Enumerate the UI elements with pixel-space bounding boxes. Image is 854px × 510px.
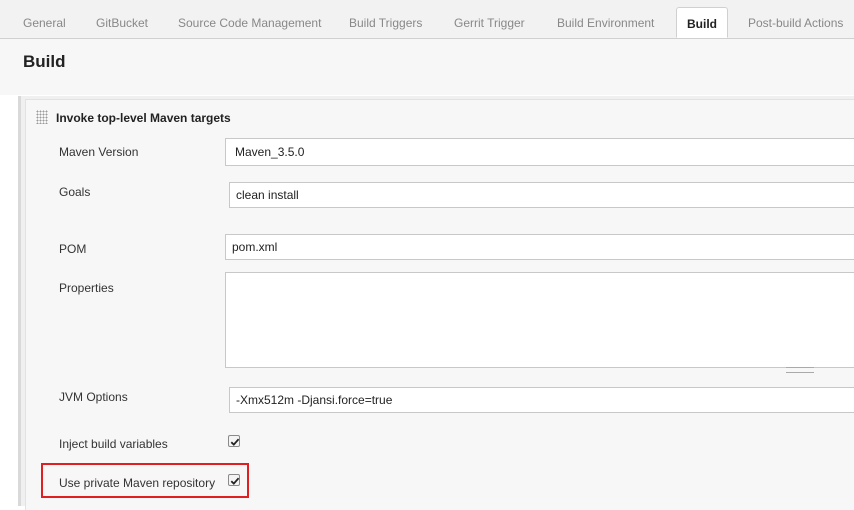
tab-gitbucket[interactable]: GitBucket xyxy=(96,16,148,30)
checkmark-icon xyxy=(230,438,240,446)
jvm-options-input[interactable]: -Xmx512m -Djansi.force=true xyxy=(229,387,854,413)
section-title: Build xyxy=(23,52,66,71)
goals-label: Goals xyxy=(59,185,91,199)
goals-input[interactable]: clean install xyxy=(229,182,854,208)
use-private-maven-repo-label: Use private Maven repository xyxy=(59,476,216,490)
tab-build[interactable]: Build xyxy=(676,7,728,38)
goals-value: clean install xyxy=(236,188,299,202)
textarea-resize-handle[interactable] xyxy=(786,367,814,373)
config-tab-bar: General GitBucket Source Code Management… xyxy=(0,0,854,39)
inject-build-variables-label: Inject build variables xyxy=(59,437,168,451)
jvm-options-label: JVM Options xyxy=(59,390,128,404)
inject-build-variables-checkbox[interactable] xyxy=(228,435,240,447)
properties-label: Properties xyxy=(59,281,114,295)
pom-label: POM xyxy=(59,242,87,256)
section-header xyxy=(0,39,854,95)
properties-textarea[interactable] xyxy=(225,272,854,368)
tab-source-code-management[interactable]: Source Code Management xyxy=(178,16,321,30)
build-step-title: Invoke top-level Maven targets xyxy=(56,111,231,125)
tab-general[interactable]: General xyxy=(23,16,66,30)
drag-handle-icon[interactable] xyxy=(36,110,48,124)
jvm-options-value: -Xmx512m -Djansi.force=true xyxy=(236,393,393,407)
tab-build-triggers[interactable]: Build Triggers xyxy=(349,16,422,30)
pom-value: pom.xml xyxy=(232,240,278,254)
tab-build-environment[interactable]: Build Environment xyxy=(557,16,654,30)
tab-post-build-actions[interactable]: Post-build Actions xyxy=(748,16,843,30)
maven-version-label: Maven Version xyxy=(59,145,139,159)
tab-gerrit-trigger[interactable]: Gerrit Trigger xyxy=(454,16,525,30)
use-private-maven-repo-checkbox[interactable] xyxy=(228,474,240,486)
maven-version-value: Maven_3.5.0 xyxy=(235,145,305,159)
checkmark-icon xyxy=(230,477,240,485)
pom-input[interactable]: pom.xml xyxy=(225,234,854,260)
maven-version-select[interactable]: Maven_3.5.0 xyxy=(225,138,854,166)
